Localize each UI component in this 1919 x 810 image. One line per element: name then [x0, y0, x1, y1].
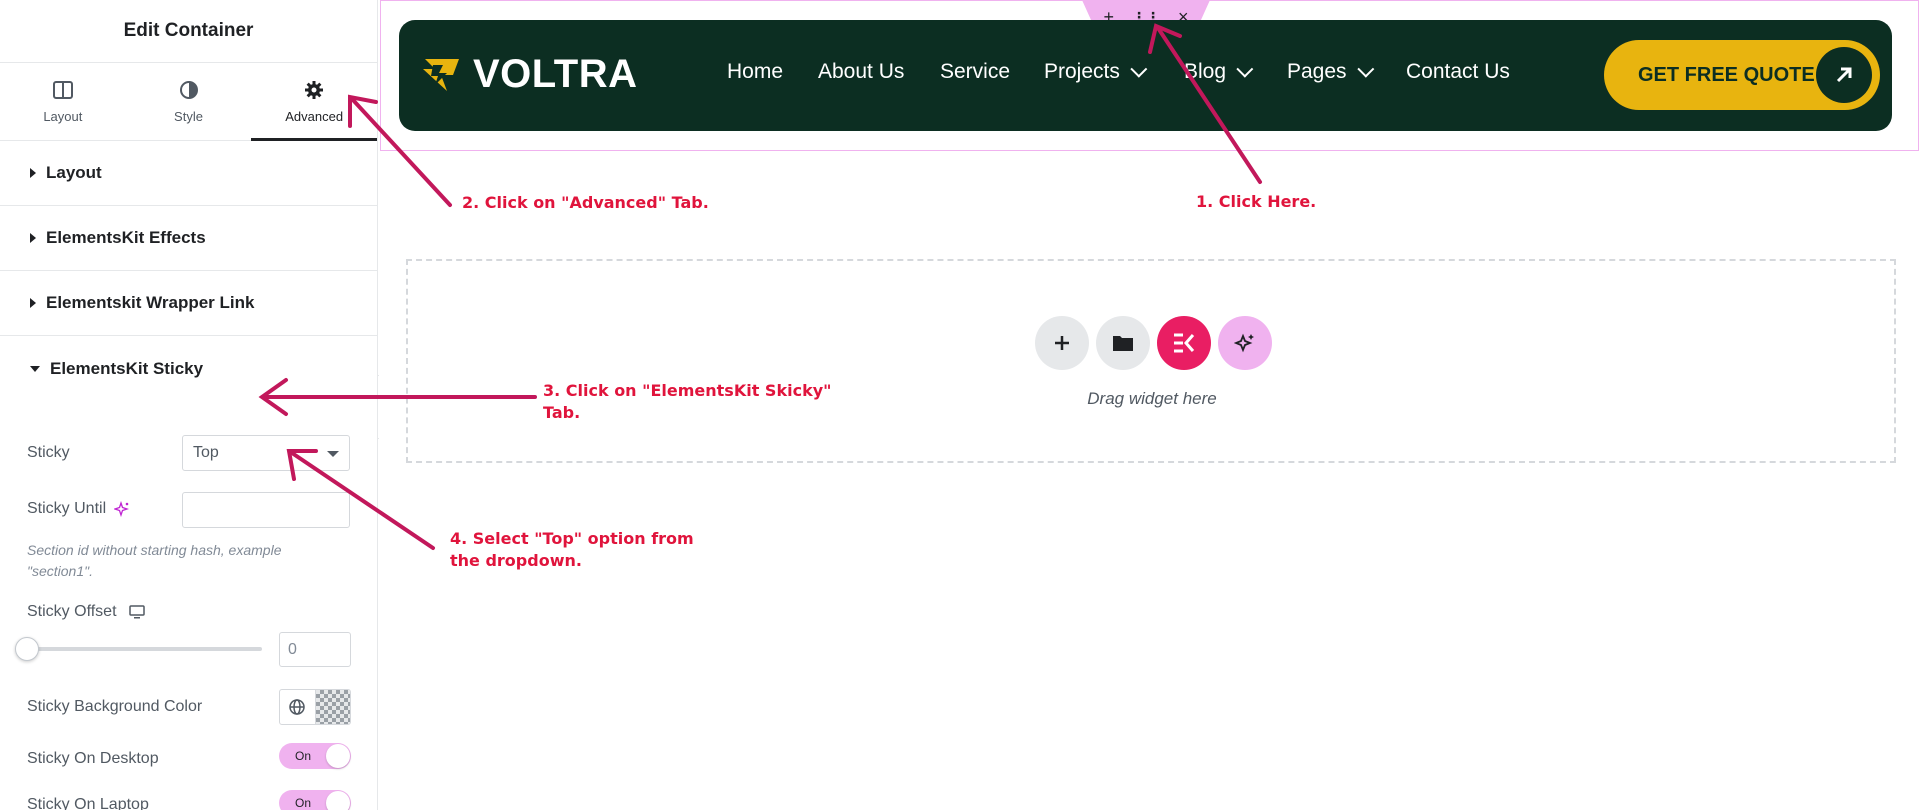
section-effects-label: ElementsKit Effects	[46, 228, 206, 247]
style-icon	[179, 81, 198, 99]
toggle-knob	[326, 744, 350, 768]
section-wrapper-label: Elementskit Wrapper Link	[46, 293, 255, 312]
annotation-step1: 1. Click Here.	[1196, 192, 1317, 211]
section-elementskit-sticky[interactable]: ElementsKit Sticky	[0, 336, 377, 401]
panel-tabs: Layout Style Advanced	[0, 63, 377, 141]
app-root: Edit Container Layout Style Advanced Lay…	[0, 0, 1919, 810]
offset-number-input[interactable]: 0	[279, 632, 351, 667]
sticky-until-help: Section id without starting hash, exampl…	[27, 542, 282, 579]
section-sticky-label: ElementsKit Sticky	[50, 358, 204, 378]
nav-label: Blog	[1184, 60, 1227, 83]
tab-layout[interactable]: Layout	[0, 63, 126, 140]
nav-label: About Us	[818, 60, 905, 83]
sticky-until-input[interactable]	[182, 492, 350, 528]
ai-sparkle-icon	[1234, 333, 1254, 353]
nav-label: Pages	[1287, 60, 1347, 83]
sticky-offset-label: Sticky Offset	[27, 603, 117, 620]
cta-label: GET FREE QUOTE	[1638, 63, 1815, 86]
panel-title: Edit Container	[0, 0, 377, 63]
sticky-desktop-label: Sticky On Desktop	[27, 750, 159, 767]
elementskit-icon	[1174, 333, 1195, 353]
nav-label: Service	[940, 60, 1011, 83]
toggle-state-label: On	[295, 749, 312, 763]
get-free-quote-button[interactable]: GET FREE QUOTE	[1604, 40, 1880, 110]
lightning-logo-icon	[423, 58, 459, 91]
sticky-select[interactable]: Top	[182, 435, 350, 471]
caret-down-icon	[30, 365, 40, 372]
sticky-laptop-toggle[interactable]: On	[279, 790, 351, 810]
globe-icon	[289, 699, 305, 715]
nav-label: Projects	[1044, 60, 1120, 83]
desktop-icon[interactable]	[128, 605, 145, 619]
nav-contact-us[interactable]: Contact Us	[1406, 60, 1510, 84]
annotation-step4-line1: 4. Select "Top" option from	[450, 529, 694, 548]
sticky-select-value: Top	[193, 444, 219, 461]
layout-icon	[52, 81, 73, 99]
global-color-button[interactable]	[280, 690, 315, 724]
tab-style[interactable]: Style	[126, 63, 252, 140]
sticky-desktop-toggle[interactable]: On	[279, 743, 351, 769]
tab-advanced[interactable]: Advanced	[251, 63, 377, 141]
site-logo[interactable]: VOLTRA	[419, 52, 637, 97]
sticky-label: Sticky	[27, 444, 70, 461]
annotation-step4: 4. Select "Top" option from the dropdown…	[450, 528, 694, 572]
annotation-step3-line2: Tab.	[543, 403, 581, 422]
nav-about-us[interactable]: About Us	[818, 60, 904, 84]
nav-home[interactable]: Home	[727, 60, 783, 84]
ai-sparkle-icon[interactable]	[114, 501, 130, 517]
dropdown-arrow-icon	[327, 451, 339, 457]
offset-slider-track[interactable]	[27, 647, 262, 651]
logo-text: VOLTRA	[473, 52, 638, 96]
caret-right-icon	[30, 298, 36, 308]
annotation-step3: 3. Click on "ElementsKit Skicky" Tab.	[543, 380, 831, 424]
tab-advanced-label: Advanced	[285, 109, 344, 124]
template-library-button[interactable]	[1096, 316, 1150, 370]
sticky-until-label: Sticky Until	[27, 500, 107, 517]
caret-right-icon	[30, 233, 36, 243]
plus-icon	[1055, 336, 1069, 350]
toggle-state-label: On	[295, 796, 312, 810]
sticky-laptop-label: Sticky On Laptop	[27, 796, 149, 810]
nav-projects[interactable]: Projects	[1044, 60, 1148, 84]
color-swatch[interactable]	[314, 690, 350, 724]
nav-label: Home	[727, 60, 784, 83]
sticky-until-row: Sticky Until	[27, 500, 130, 518]
annotation-step2: 2. Click on "Advanced" Tab.	[462, 193, 709, 212]
gear-icon	[305, 81, 324, 99]
caret-right-icon	[30, 168, 36, 178]
annotation-step3-line1: 3. Click on "ElementsKit Skicky"	[543, 381, 832, 400]
section-elementskit-effects[interactable]: ElementsKit Effects	[0, 206, 377, 271]
annotation-step4-line2: the dropdown.	[450, 551, 582, 570]
dropzone-text: Drag widget here	[1087, 389, 1217, 408]
offset-slider-handle[interactable]	[15, 637, 39, 661]
nav-label: Contact Us	[1406, 60, 1510, 83]
edit-panel: Edit Container Layout Style Advanced Lay…	[0, 0, 378, 810]
nav-service[interactable]: Service	[940, 60, 1010, 84]
nav-blog[interactable]: Blog	[1184, 60, 1254, 84]
ai-generate-button[interactable]	[1218, 316, 1272, 370]
section-layout-label: Layout	[46, 163, 102, 182]
section-layout[interactable]: Layout	[0, 141, 377, 206]
tab-style-label: Style	[174, 109, 203, 124]
arrow-up-right-icon	[1816, 47, 1872, 103]
sticky-offset-row: Sticky Offset	[27, 603, 145, 621]
tab-layout-label: Layout	[43, 109, 83, 124]
elementskit-button[interactable]	[1157, 316, 1211, 370]
toggle-knob	[326, 791, 350, 810]
nav-pages[interactable]: Pages	[1287, 60, 1374, 84]
sticky-bg-color-label: Sticky Background Color	[27, 698, 203, 715]
sticky-bg-color-control[interactable]	[279, 689, 351, 725]
add-section-button[interactable]	[1035, 316, 1089, 370]
widget-dropzone[interactable]	[406, 259, 1896, 463]
section-wrapper-link[interactable]: Elementskit Wrapper Link	[0, 271, 377, 336]
folder-icon	[1113, 336, 1133, 351]
